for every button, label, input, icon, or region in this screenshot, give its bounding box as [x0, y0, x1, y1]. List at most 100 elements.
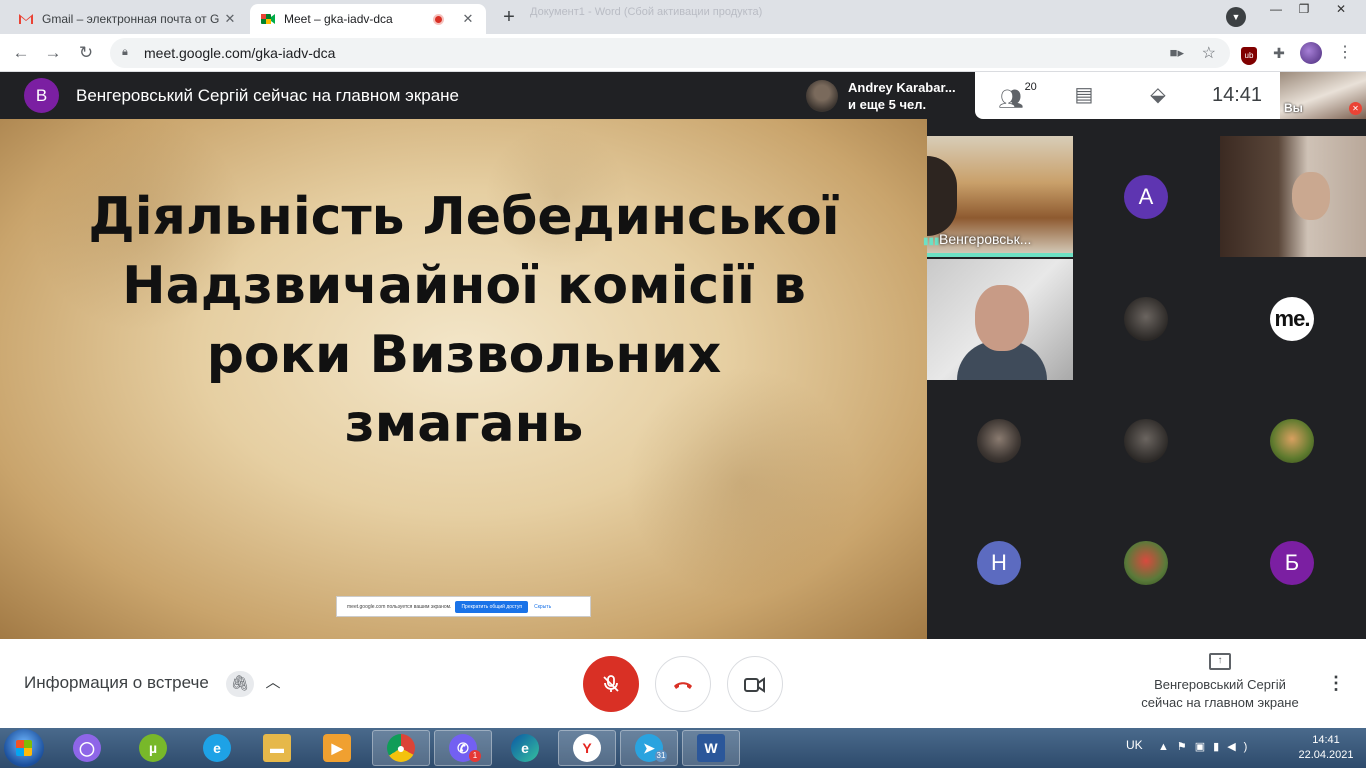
- meeting-info-button[interactable]: Информация о встрече: [24, 673, 209, 693]
- taskbar-clock[interactable]: 14:41 22.04.2021: [1290, 733, 1362, 763]
- people-icon: 👥︎: [998, 88, 1024, 111]
- hide-link[interactable]: Скрыть: [534, 604, 551, 610]
- participant-tile-video[interactable]: [1220, 136, 1366, 257]
- taskbar-utorrent[interactable]: µ: [124, 730, 182, 766]
- browser-toolbar: ← → ↻ 🔒︎ meet.google.com/gka-iadv-dca ■▸…: [0, 34, 1366, 72]
- background-window-title: Документ1 - Word (Сбой активации продукт…: [530, 6, 763, 18]
- participant-avatar-photo[interactable]: [977, 419, 1021, 463]
- start-button[interactable]: [4, 729, 44, 767]
- participant-name: Венгеровськ...: [939, 231, 1032, 247]
- ublock-extension-icon[interactable]: ub: [1238, 42, 1260, 65]
- chevron-up-icon[interactable]: ︿: [262, 669, 284, 697]
- mic-off-icon: [603, 674, 619, 692]
- internet-explorer-icon: e: [203, 734, 231, 762]
- edge-icon: e: [511, 734, 539, 762]
- taskbar-alice[interactable]: ◯: [58, 730, 116, 766]
- tab-title: Meet – gka-iadv-dca: [284, 12, 393, 26]
- language-indicator[interactable]: UK: [1126, 738, 1143, 752]
- window-close-button[interactable]: ✕: [1320, 0, 1362, 20]
- tab-search-icon[interactable]: ▼: [1226, 7, 1246, 27]
- presenting-line2: сейчас на главном экране: [1141, 695, 1299, 710]
- meet-top-controls: 👥︎20 ▤ ⬙ 14:41: [975, 72, 1280, 119]
- camera-toggle-button[interactable]: [727, 656, 783, 712]
- clock-time: 14:41: [1312, 734, 1340, 746]
- taskbar-viber[interactable]: ✆ 1: [434, 730, 492, 766]
- participant-avatar-b[interactable]: Б: [1270, 541, 1314, 585]
- lock-icon: 🔒︎: [122, 46, 128, 58]
- participant-tile-video[interactable]: [927, 259, 1073, 380]
- participant-avatar-photo[interactable]: [1124, 419, 1168, 463]
- people-button[interactable]: 👥︎20: [997, 72, 1037, 119]
- windows-taskbar: ◯ µ e ▬ ▶ ● ✆ 1 e Y ➤ 31 W UK ▲⚑▣▮◀) 14:41…: [0, 728, 1366, 768]
- participant-avatar-photo[interactable]: [1124, 541, 1168, 585]
- attachment-icon[interactable]: 🖇︎: [226, 671, 254, 697]
- close-icon[interactable]: ✕: [460, 11, 476, 27]
- stop-sharing-button[interactable]: Прекратить общий доступ: [455, 600, 529, 613]
- back-arrow-icon[interactable]: ←: [10, 42, 32, 64]
- participant-face: [975, 285, 1029, 351]
- more-options-icon[interactable]: ⋮: [1326, 669, 1346, 697]
- taskbar-explorer[interactable]: ▬: [248, 730, 306, 766]
- viber-badge: 1: [469, 750, 481, 762]
- people-count: 20: [1024, 81, 1037, 93]
- meet-icon: [261, 14, 275, 24]
- utorrent-icon: µ: [139, 734, 167, 762]
- gmail-icon: [19, 14, 33, 24]
- participant-face: [1292, 172, 1330, 220]
- browser-tab-strip: Gmail – электронная почта от G ✕ Meet – …: [0, 0, 1366, 34]
- chat-icon[interactable]: ▤: [1069, 72, 1099, 119]
- participant-avatar-photo[interactable]: [1124, 297, 1168, 341]
- speaking-indicator-icon: ▮▮▮: [923, 236, 940, 247]
- bookmark-star-icon[interactable]: ☆: [1202, 43, 1216, 63]
- presenter-avatar: В: [24, 78, 59, 113]
- taskbar-ie[interactable]: e: [188, 730, 246, 766]
- participant-avatar-n[interactable]: Н: [977, 541, 1021, 585]
- clock-date: 22.04.2021: [1298, 749, 1354, 761]
- profile-avatar[interactable]: [1300, 42, 1322, 64]
- activities-icon[interactable]: ⬙: [1143, 72, 1173, 119]
- participant-avatar-photo[interactable]: [1270, 419, 1314, 463]
- system-tray-icons[interactable]: ▲⚑▣▮◀): [1158, 740, 1255, 753]
- participant-tile-speaker[interactable]: ▮▮▮ Венгеровськ...: [923, 136, 1073, 257]
- participants-chip[interactable]: Andrey Karabar... и еще 5 чел.: [798, 72, 974, 119]
- camera-in-use-icon[interactable]: ■▸: [1170, 45, 1184, 61]
- participant-avatar-me[interactable]: me.: [1270, 297, 1314, 341]
- presentation-screen: Діяльність Лебединської Надзвичайної ком…: [0, 119, 927, 639]
- taskbar-edge[interactable]: e: [496, 730, 554, 766]
- slide-title: Діяльність Лебединської Надзвичайної ком…: [88, 187, 840, 454]
- taskbar-yandex[interactable]: Y: [558, 730, 616, 766]
- url-text: meet.google.com/gka-iadv-dca: [144, 45, 336, 61]
- leave-call-button[interactable]: [655, 656, 711, 712]
- maximize-button[interactable]: ❐: [1290, 0, 1318, 20]
- taskbar-telegram[interactable]: ➤ 31: [620, 730, 678, 766]
- meeting-clock: 14:41: [1211, 84, 1263, 106]
- yandex-browser-icon: Y: [573, 734, 601, 762]
- grid-divider: [927, 619, 1366, 639]
- reload-icon[interactable]: ↻: [75, 42, 97, 64]
- taskbar-word[interactable]: W: [682, 730, 740, 766]
- folder-icon: ▬: [263, 734, 291, 762]
- media-player-icon: ▶: [323, 734, 351, 762]
- participant-name: Andrey Karabar...: [848, 79, 956, 95]
- tab-title: Gmail – электронная почта от G: [42, 12, 220, 26]
- microphone-toggle-button[interactable]: [583, 656, 639, 712]
- self-view[interactable]: Вы ✕: [1280, 72, 1366, 119]
- participant-avatar: [806, 79, 838, 112]
- participant-avatar-a[interactable]: А: [1124, 175, 1168, 219]
- new-tab-button[interactable]: +: [496, 7, 522, 29]
- share-notice-text: meet.google.com пользуется вашим экраном…: [347, 603, 452, 610]
- browser-menu-icon[interactable]: ⋮: [1334, 42, 1356, 64]
- address-bar[interactable]: 🔒︎ meet.google.com/gka-iadv-dca ■▸ ☆: [110, 38, 1230, 68]
- tab-meet[interactable]: Meet – gka-iadv-dca ✕: [250, 4, 486, 34]
- participant-more: и еще 5 чел.: [848, 96, 927, 112]
- taskbar-media[interactable]: ▶: [308, 730, 366, 766]
- chrome-icon: ●: [387, 734, 415, 762]
- extensions-puzzle-icon[interactable]: ✚: [1268, 42, 1290, 64]
- taskbar-chrome[interactable]: ●: [372, 730, 430, 766]
- tab-gmail[interactable]: Gmail – электронная почта от G ✕: [8, 4, 248, 34]
- close-icon[interactable]: ✕: [222, 11, 238, 27]
- presenting-line1: Венгеровський Сергій: [1154, 677, 1286, 692]
- presentation-status-button[interactable]: ↑ Венгеровський Сергій сейчас на главном…: [1130, 653, 1310, 712]
- minimize-button[interactable]: —: [1262, 0, 1290, 20]
- forward-arrow-icon[interactable]: →: [42, 42, 64, 64]
